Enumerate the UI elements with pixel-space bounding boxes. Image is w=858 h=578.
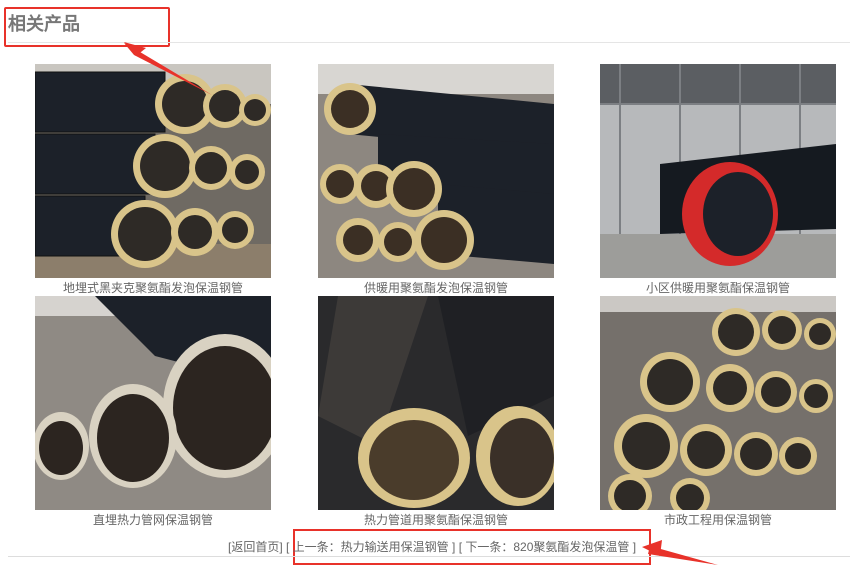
product-caption[interactable]: 供暖用聚氨酯发泡保温钢管	[318, 280, 554, 296]
product-card[interactable]: 地埋式黑夹克聚氨酯发泡保温钢管	[35, 64, 271, 296]
prev-next-nav: [返回首页] [ 上一条：热力输送用保温钢管 ] [ 下一条：820聚氨酯发泡保…	[228, 538, 636, 555]
product-caption[interactable]: 市政工程用保温钢管	[600, 512, 836, 528]
section-title: 相关产品	[8, 14, 80, 34]
pipe-photo-icon[interactable]	[318, 64, 554, 278]
pipe-photo-icon[interactable]	[600, 296, 836, 510]
product-card[interactable]: 市政工程用保温钢管	[600, 296, 836, 528]
product-card[interactable]: 直埋热力管网保温钢管	[35, 296, 271, 528]
pipe-photo-icon[interactable]	[318, 296, 554, 510]
next-article-link[interactable]: [ 下一条：820聚氨酯发泡保温管 ]	[459, 540, 636, 554]
prev-article-link[interactable]: [ 上一条：热力输送用保温钢管 ]	[286, 540, 455, 554]
product-caption[interactable]: 直埋热力管网保温钢管	[35, 512, 271, 528]
product-card[interactable]: 小区供暖用聚氨酯保温钢管	[600, 64, 836, 296]
pipe-photo-icon[interactable]	[600, 64, 836, 278]
pipe-photo-icon[interactable]	[35, 296, 271, 510]
product-caption[interactable]: 小区供暖用聚氨酯保温钢管	[600, 280, 836, 296]
divider	[8, 556, 850, 557]
product-caption[interactable]: 热力管道用聚氨酯保温钢管	[318, 512, 554, 528]
product-card[interactable]: 热力管道用聚氨酯保温钢管	[318, 296, 554, 528]
divider	[8, 42, 850, 43]
product-caption[interactable]: 地埋式黑夹克聚氨酯发泡保温钢管	[35, 280, 271, 296]
product-card[interactable]: 供暖用聚氨酯发泡保温钢管	[318, 64, 554, 296]
pipe-photo-icon[interactable]	[35, 64, 271, 278]
back-home-link[interactable]: [返回首页]	[228, 540, 283, 554]
